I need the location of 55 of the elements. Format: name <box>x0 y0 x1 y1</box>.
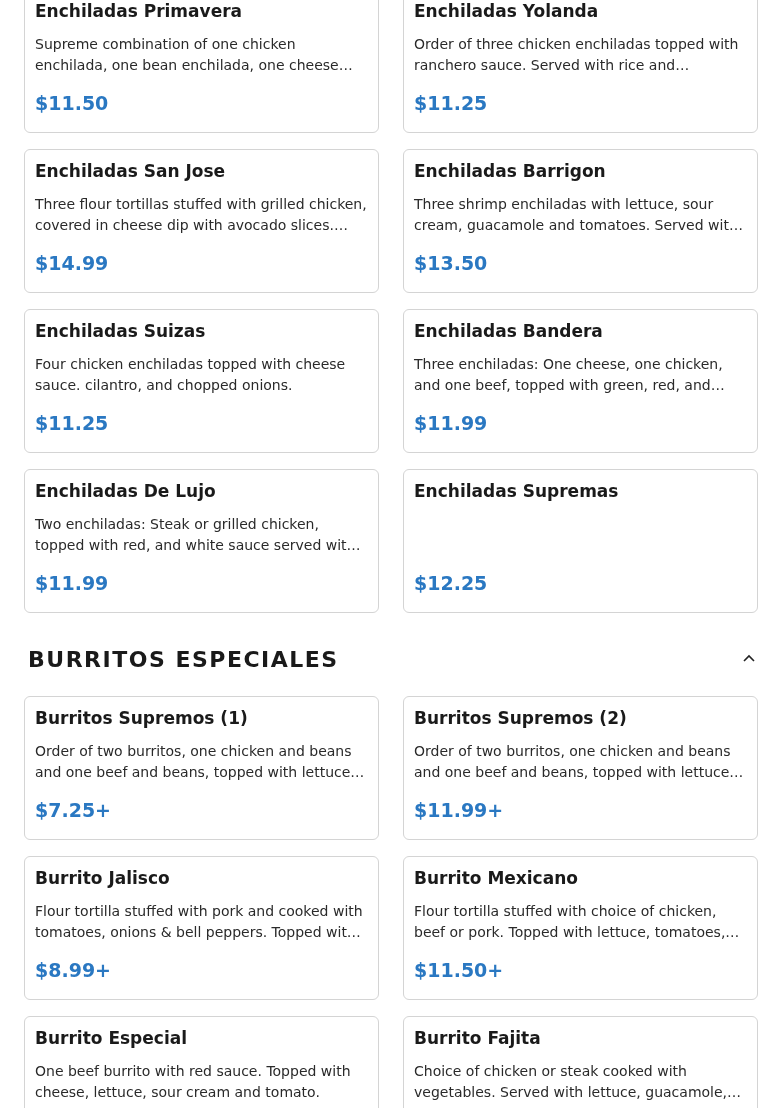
item-name: Enchiladas Barrigon <box>414 160 607 182</box>
item-description: Three flour tortillas stuffed with grilled chicken, covered in cheese dip with avocado slices.… <box>35 196 367 233</box>
item-price: $11.25 <box>35 412 110 434</box>
item-name: Burrito Especial <box>35 1027 188 1049</box>
item-description: One beef burrito with red sauce. Topped with cheese, lettuce, sour cream and tomato. <box>35 1063 351 1100</box>
item-name: Burrito Mexicano <box>414 867 579 889</box>
menu-item-card[interactable]: Enchiladas Suizas Four chicken enchiladas topped with cheese sauce. cilantro, and chopped onions. $11.25 <box>24 309 379 453</box>
item-name: Enchiladas Yolanda <box>414 0 600 22</box>
menu-item-card[interactable]: Enchiladas San Jose Three flour tortillas stuffed with grilled chicken, covered in cheese dip with avocado slices.… $14.99 <box>24 149 379 293</box>
item-description: Supreme combination of one chicken enchilada, one bean enchilada, one cheese… <box>35 36 353 73</box>
menu-item-card[interactable]: Burrito Mexicano Flour tortilla stuffed with choice of chicken, beef or pork. Topped with lettuce, tomatoes,… $11.50+ <box>403 856 758 1000</box>
item-name: Enchiladas Suizas <box>35 320 207 342</box>
item-name: Enchiladas Supremas <box>414 480 620 502</box>
item-price: $11.25 <box>414 92 489 114</box>
menu-item-card[interactable]: Enchiladas Yolanda Order of three chicken enchiladas topped with ranchero sauce. Served with rice and… $11.25 <box>403 0 758 133</box>
item-price: $7.25+ <box>35 799 113 821</box>
item-name: Enchiladas Primavera <box>35 0 244 22</box>
item-description: Three shrimp enchiladas with lettuce, sour cream, guacamole and tomatoes. Served wit… <box>414 196 743 233</box>
item-description: Four chicken enchiladas topped with cheese sauce. cilantro, and chopped onions. <box>35 356 346 393</box>
item-price: $12.25 <box>414 572 489 594</box>
chevron-up-icon[interactable] <box>742 653 756 663</box>
menu-item-card[interactable]: Enchiladas De Lujo Two enchiladas: Steak or grilled chicken, topped with red, and white sauce served wit… $11.99 <box>24 469 379 613</box>
item-name: Burrito Fajita <box>414 1027 542 1049</box>
item-price: $11.50 <box>35 92 110 114</box>
menu-item-card[interactable]: Enchiladas Supremas $12.25 <box>403 469 758 613</box>
item-description: Two enchiladas: Steak or grilled chicken, topped with red, and white sauce served wit… <box>35 516 361 553</box>
item-price: $14.99 <box>35 252 110 274</box>
menu-item-card[interactable]: Enchiladas Bandera Three enchiladas: One cheese, one chicken, and one beef, topped with green, red, and… $11.99 <box>403 309 758 453</box>
item-price: $11.50+ <box>414 959 505 981</box>
item-description: Order of two burritos, one chicken and beans and one beef and beans, topped with lettuce… <box>414 743 744 780</box>
menu-item-card[interactable]: Burrito Fajita Choice of chicken or steak cooked with vegetables. Served with lettuce, guacamole,… <box>403 1016 758 1108</box>
item-name: Burrito Jalisco <box>35 867 171 889</box>
item-name: Enchiladas San Jose <box>35 160 227 182</box>
menu-item-card[interactable]: Enchiladas Primavera Supreme combination of one chicken enchilada, one bean enchilada, one cheese… $11.50 <box>24 0 379 133</box>
item-price: $11.99 <box>414 412 489 434</box>
item-price: $11.99+ <box>414 799 505 821</box>
item-description: Order of two burritos, one chicken and beans and one beef and beans, topped with lettuce… <box>35 743 365 780</box>
item-description: Three enchiladas: One cheese, one chicken, and one beef, topped with green, red, and… <box>414 356 725 393</box>
item-description: Choice of chicken or steak cooked with vegetables. Served with lettuce, guacamole,… <box>414 1063 742 1100</box>
item-price: $8.99+ <box>35 959 113 981</box>
menu-item-card[interactable]: Burrito Especial One beef burrito with red sauce. Topped with cheese, lettuce, sour cream and tomato. <box>24 1016 379 1108</box>
item-description: Flour tortilla stuffed with pork and cooked with tomatoes, onions & bell peppers. Topped wit… <box>35 903 363 940</box>
menu-item-card[interactable]: Enchiladas Barrigon Three shrimp enchiladas with lettuce, sour cream, guacamole and tomatoes. Served wit… $13.50 <box>403 149 758 293</box>
item-name: Enchiladas Bandera <box>414 320 604 342</box>
item-name: Burritos Supremos (1) <box>35 707 249 729</box>
item-description: Order of three chicken enchiladas topped with ranchero sauce. Served with rice and… <box>414 36 739 73</box>
item-description: Flour tortilla stuffed with choice of chicken, beef or pork. Topped with lettuce, tomatoes,… <box>414 903 740 940</box>
item-name: Enchiladas De Lujo <box>35 480 217 502</box>
section-heading: BURRITOS ESPECIALES <box>28 647 339 672</box>
item-price: $13.50 <box>414 252 489 274</box>
menu-item-card[interactable]: Burritos Supremos (1) Order of two burritos, one chicken and beans and one beef and beans, topped with lettuce… $7.25+ <box>24 696 379 840</box>
menu-item-card[interactable]: Burritos Supremos (2) Order of two burritos, one chicken and beans and one beef and beans, topped with lettuce… $11.99+ <box>403 696 758 840</box>
item-name: Burritos Supremos (2) <box>414 707 628 729</box>
item-price: $11.99 <box>35 572 110 594</box>
menu-item-card[interactable]: Burrito Jalisco Flour tortilla stuffed with pork and cooked with tomatoes, onions & bell peppers. Topped wit… $8.99+ <box>24 856 379 1000</box>
